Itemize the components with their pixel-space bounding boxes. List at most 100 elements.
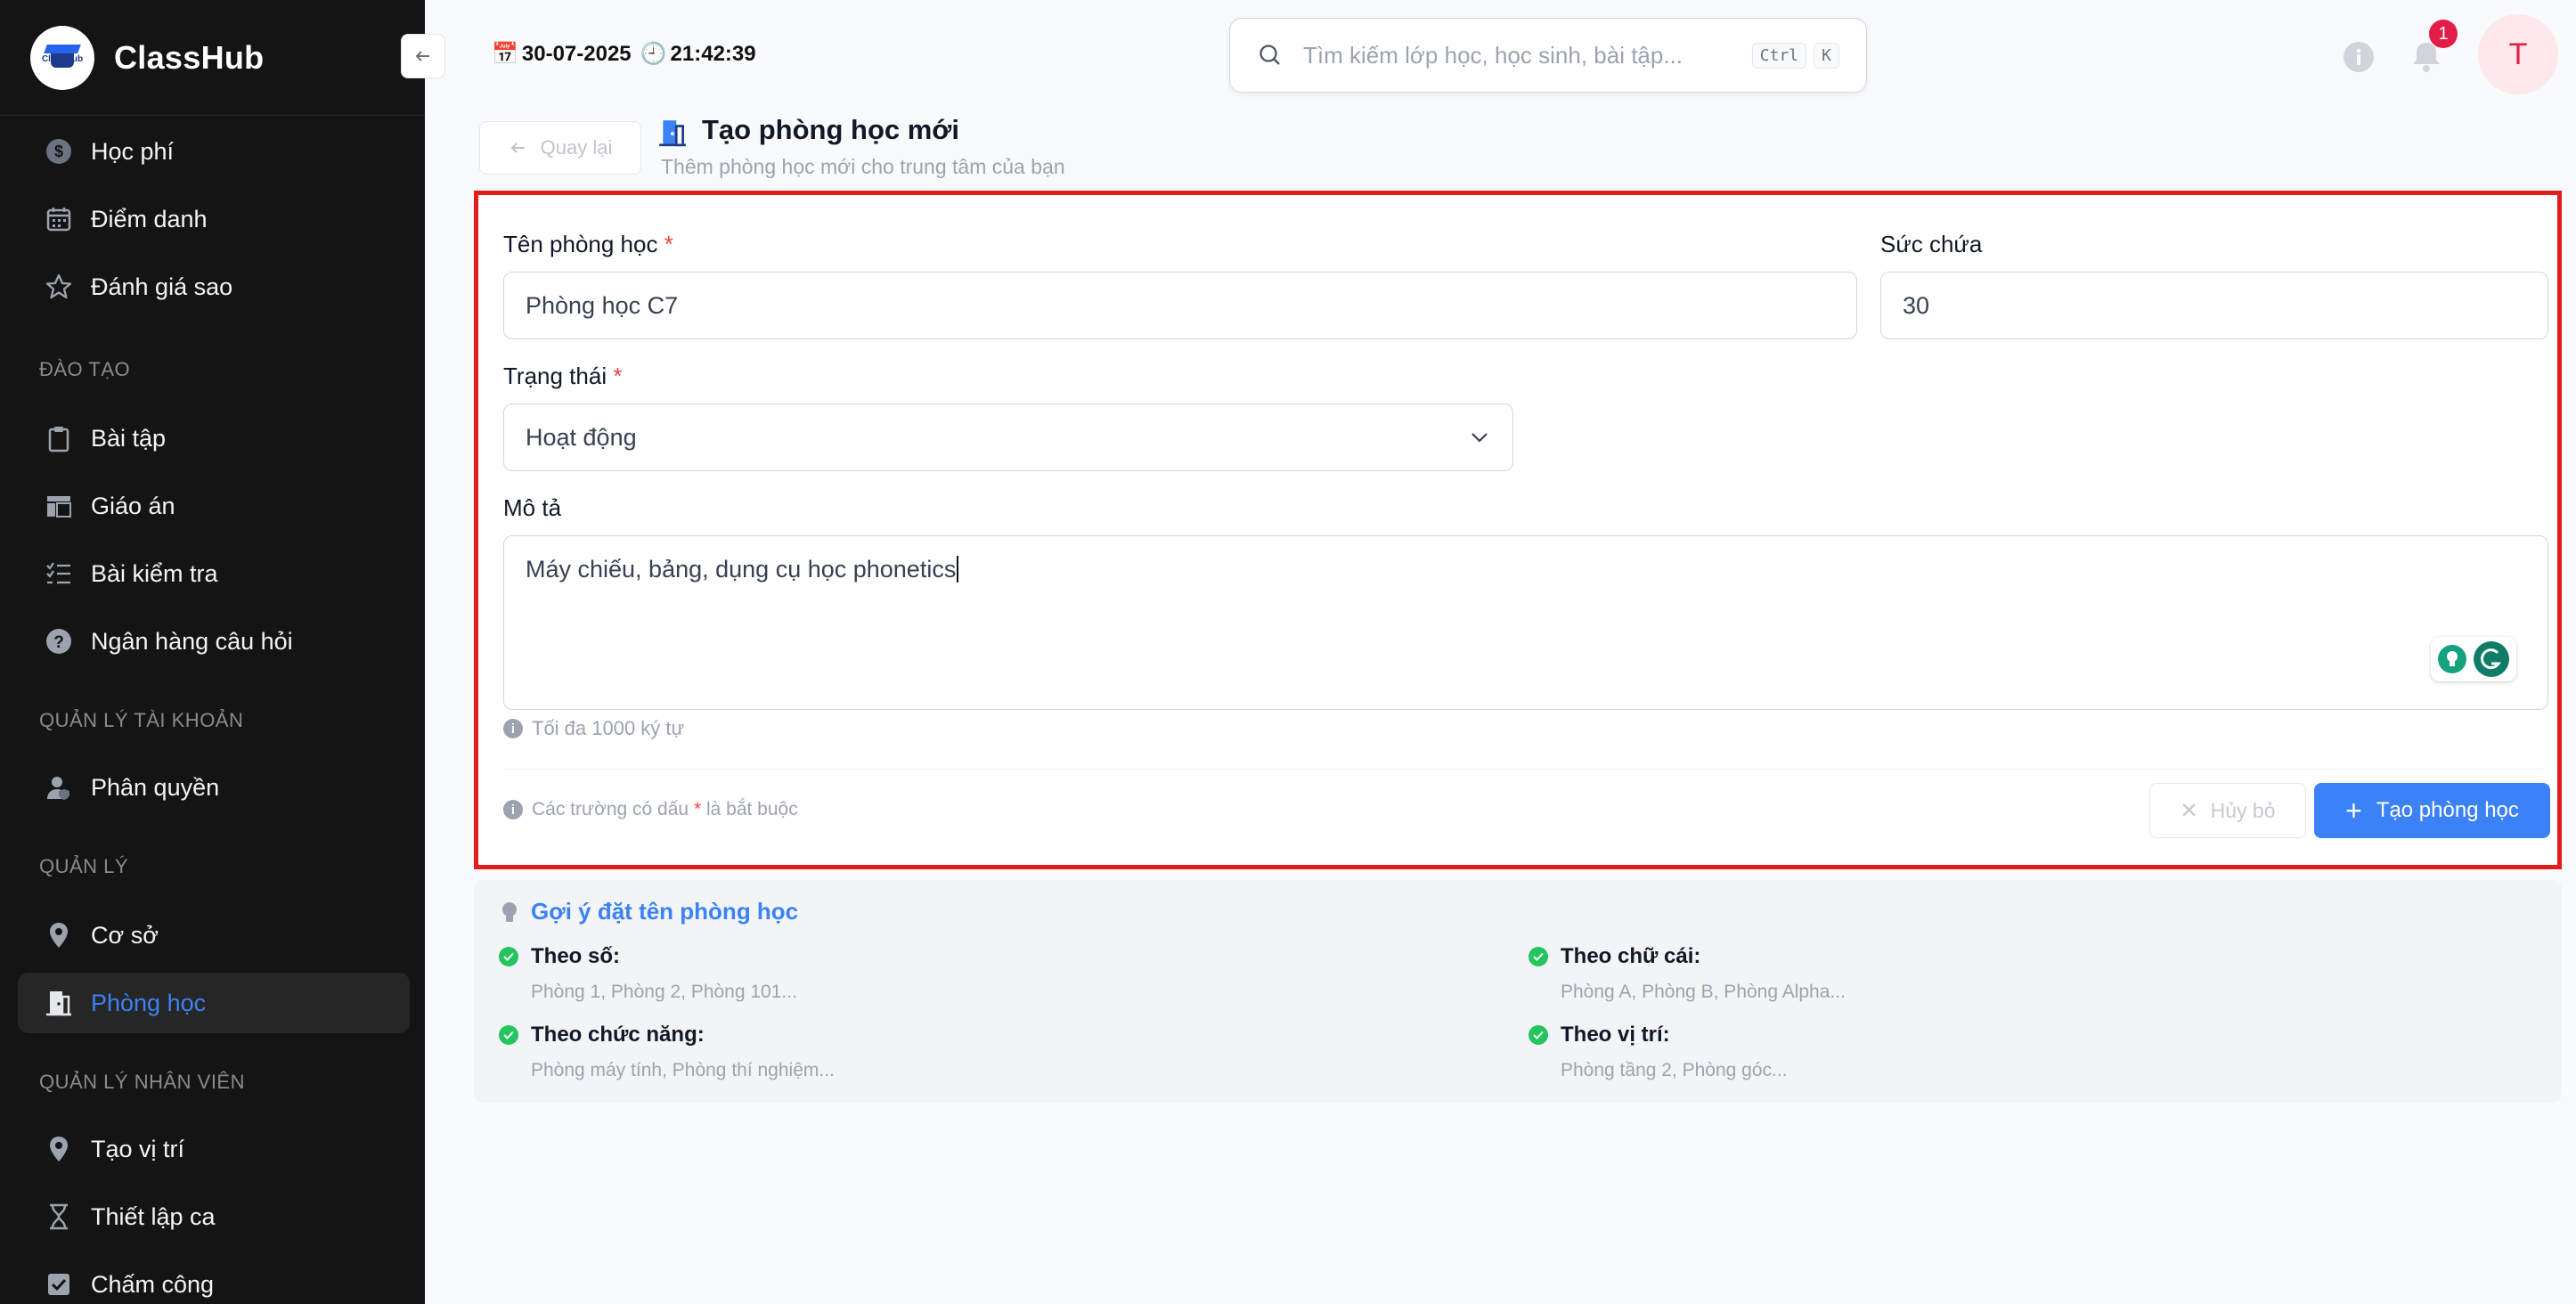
sidebar-item-cham-cong[interactable]: Chấm công — [18, 1254, 410, 1304]
suggestions-title: Gợi ý đặt tên phòng học — [531, 898, 799, 925]
suggestion-desc: Phòng tầng 2, Phòng góc... — [1561, 1060, 1788, 1080]
description-hint: i Tối đa 1000 ký tự — [503, 717, 684, 740]
sidebar-item-label: Đánh giá sao — [91, 273, 233, 300]
back-button-label: Quay lại — [540, 136, 613, 159]
status-label: Trạng thái * — [503, 363, 622, 390]
capacity-label: Sức chứa — [1880, 231, 1983, 257]
close-icon: ✕ — [2180, 798, 2198, 823]
suggestion-item: Theo số: Phòng 1, Phòng 2, Phòng 101... — [499, 944, 797, 1003]
page-title: Tạo phòng học mới — [702, 114, 959, 145]
hourglass-icon — [45, 1202, 73, 1231]
sidebar-item-ngan-hang-cau-hoi[interactable]: ? Ngân hàng câu hỏi — [18, 611, 410, 672]
suggestion-head: Theo số: — [531, 944, 620, 968]
location-icon — [45, 1135, 73, 1163]
grammarly-logo-icon — [2474, 641, 2509, 677]
sidebar-item-bai-kiem-tra[interactable]: Bài kiểm tra — [18, 543, 410, 604]
sidebar-item-label: Điểm danh — [91, 205, 208, 232]
required-note-suffix: là bắt buộc — [705, 799, 798, 819]
search-icon — [1259, 45, 1280, 65]
back-button[interactable]: Quay lại — [479, 121, 641, 175]
search-bar[interactable]: Tìm kiếm lớp học, học sinh, bài tập... C… — [1229, 18, 1867, 93]
sidebar-item-label: Bài tập — [91, 424, 167, 452]
sidebar: ClassHub ClassHub $ Học phí Điểm danh Đá… — [0, 0, 425, 1304]
clipboard-icon — [45, 424, 73, 452]
capacity-input[interactable]: 30 — [1880, 272, 2548, 339]
lightbulb-icon — [2438, 645, 2466, 673]
plus-icon: + — [2345, 795, 2362, 827]
current-date: 30-07-2025 — [521, 41, 632, 66]
shortcut-k: K — [1814, 42, 1839, 69]
check-circle-icon — [1528, 947, 1548, 966]
search-input[interactable]: Tìm kiếm lớp học, học sinh, bài tập... — [1303, 42, 1752, 69]
status-label-text: Trạng thái — [503, 363, 607, 389]
sidebar-item-label: Thiết lập ca — [91, 1202, 216, 1230]
check-circle-icon — [499, 947, 518, 966]
clock-icon: 🕘 — [640, 42, 667, 66]
page-subtitle: Thêm phòng học mới cho trung tâm của bạn — [661, 155, 1065, 178]
sidebar-item-hoc-phi[interactable]: $ Học phí — [18, 121, 410, 182]
door-icon — [659, 120, 686, 147]
avatar[interactable]: T — [2478, 14, 2558, 94]
arrow-left-icon — [415, 51, 429, 61]
sidebar-item-label: Tạo vị trí — [91, 1135, 185, 1162]
description-textarea[interactable]: Máy chiếu, bảng, dụng cụ học phonetics — [503, 535, 2548, 710]
suggestion-item: Theo vị trí: Phòng tầng 2, Phòng góc... — [1528, 1023, 1788, 1081]
description-text: Máy chiếu, bảng, dụng cụ học phonetics — [526, 556, 957, 583]
svg-text:$: $ — [54, 143, 63, 160]
arrow-left-icon — [510, 143, 525, 153]
calendar-emoji-icon: 📅 — [492, 42, 518, 66]
sidebar-item-label: Học phí — [91, 137, 175, 165]
required-note: i Các trường có dấu * là bắt buộc — [503, 799, 798, 820]
sidebar-item-thiet-lap-ca[interactable]: Thiết lập ca — [18, 1186, 410, 1247]
sidebar-item-danh-gia-sao[interactable]: Đánh giá sao — [18, 257, 410, 317]
logo-text: ClassHub — [41, 53, 84, 64]
info-icon: i — [503, 800, 523, 819]
sidebar-item-tao-vi-tri[interactable]: Tạo vị trí — [18, 1119, 410, 1179]
svg-text:?: ? — [53, 633, 64, 652]
required-star: * — [693, 799, 702, 819]
suggestion-head: Theo chức năng: — [531, 1023, 705, 1047]
info-button[interactable] — [2341, 39, 2376, 75]
description-label: Mô tả — [503, 494, 562, 521]
user-shield-icon — [45, 773, 73, 802]
naming-suggestions-panel: Gợi ý đặt tên phòng học Theo số: Phòng 1… — [474, 880, 2562, 1103]
door-icon — [45, 989, 73, 1017]
sidebar-item-bai-tap[interactable]: Bài tập — [18, 408, 410, 469]
status-select-value: Hoạt động — [526, 423, 637, 451]
brand[interactable]: ClassHub ClassHub — [0, 0, 425, 116]
sidebar-item-label: Cơ sở — [91, 921, 159, 949]
sidebar-item-label: Bài kiểm tra — [91, 559, 218, 587]
classhub-logo-icon: ClassHub — [30, 25, 94, 90]
suggestion-desc: Phòng 1, Phòng 2, Phòng 101... — [531, 982, 797, 1002]
suggestion-head: Theo vị trí: — [1561, 1023, 1670, 1047]
calendar-icon — [45, 205, 73, 233]
required-star: * — [613, 363, 623, 389]
description-hint-text: Tối đa 1000 ký tự — [532, 717, 685, 739]
required-star: * — [664, 231, 673, 257]
sidebar-item-label: Giáo án — [91, 492, 175, 519]
brand-name: ClassHub — [114, 38, 265, 76]
suggestion-item: Theo chức năng: Phòng máy tính, Phòng th… — [499, 1023, 835, 1081]
check-circle-icon — [1528, 1025, 1548, 1045]
sidebar-item-phong-hoc[interactable]: Phòng học — [18, 973, 410, 1033]
layout-icon — [45, 492, 73, 520]
section-quan-ly-tai-khoan: QUẢN LÝ TÀI KHOẢN — [39, 709, 244, 731]
shortcut-ctrl: Ctrl — [1751, 42, 1807, 69]
sidebar-item-phan-quyen[interactable]: Phân quyền — [18, 757, 410, 818]
grammarly-widget[interactable] — [2431, 637, 2516, 681]
collapse-sidebar-button[interactable] — [401, 34, 445, 78]
status-select[interactable]: Hoạt động — [503, 403, 1513, 471]
question-icon: ? — [45, 627, 73, 656]
sidebar-item-label: Phân quyền — [91, 773, 220, 801]
lightbulb-icon — [502, 902, 517, 922]
notification-badge: 1 — [2429, 20, 2458, 48]
sidebar-item-label: Chấm công — [91, 1270, 215, 1298]
sidebar-item-giao-an[interactable]: Giáo án — [18, 476, 410, 536]
datetime-display: 📅 30-07-2025 🕘 21:42:39 — [492, 41, 756, 67]
room-name-input[interactable]: Phòng học C7 — [503, 272, 1857, 339]
sidebar-item-co-so[interactable]: Cơ sở — [18, 905, 410, 966]
cancel-button[interactable]: ✕ Hủy bỏ — [2149, 783, 2306, 838]
section-quan-ly: QUẢN LÝ — [39, 855, 129, 877]
sidebar-item-diem-danh[interactable]: Điểm danh — [18, 189, 410, 249]
create-room-button[interactable]: + Tạo phòng học — [2314, 783, 2550, 838]
